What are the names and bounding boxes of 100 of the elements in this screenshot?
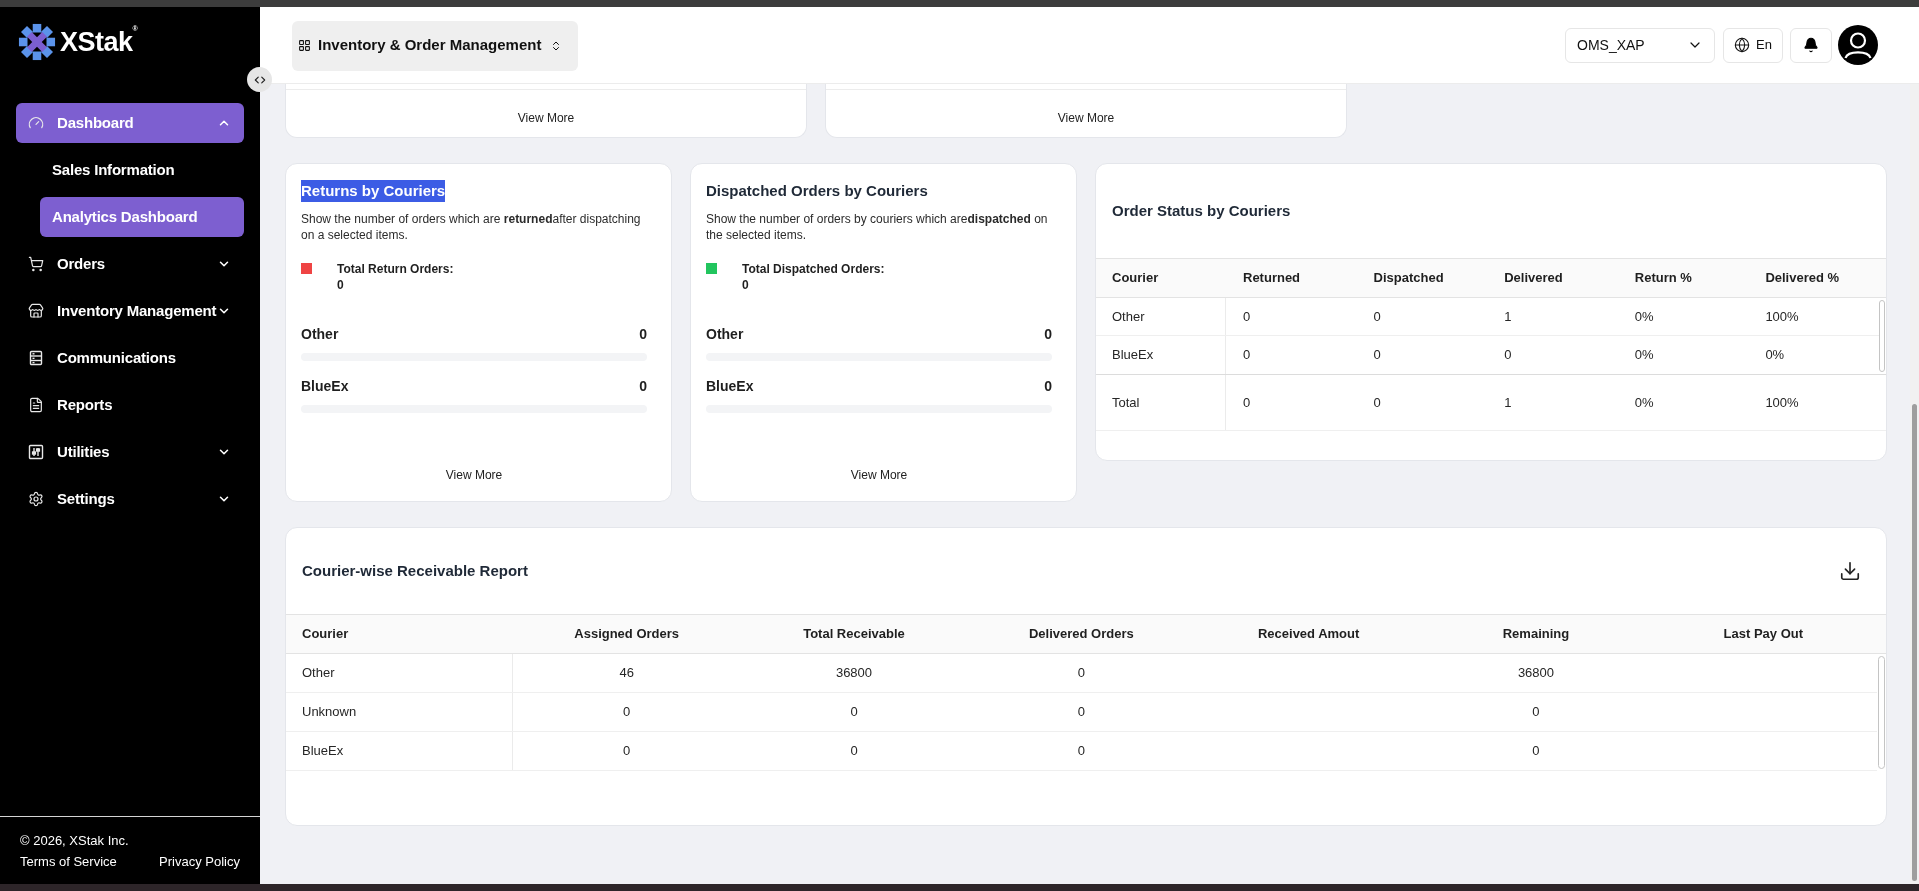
sidebar-item[interactable]: Orders [16,244,244,284]
total-cell-text: 0% [1634,393,1654,412]
scrollbar-thumb[interactable] [1878,656,1885,769]
app-switcher-button[interactable]: Inventory & Order Management [292,20,579,71]
footer-link[interactable]: Privacy Policy [159,853,240,871]
column-header: Assigned Orders [574,625,680,644]
courier-name: Other [706,325,744,343]
column-header: Delivered [1504,269,1563,288]
legend-value: 0 [337,277,345,293]
bell-icon [1803,37,1819,53]
table-cell-text: 0 [623,742,631,761]
column-header: Courier [1112,269,1159,288]
table-cell-text: 46 [619,664,634,683]
courier-count: 0 [1044,377,1052,395]
sidebar-item[interactable]: Settings [16,479,244,519]
courier-count: 0 [639,377,647,395]
footer-link[interactable]: Terms of Service [20,853,117,871]
legend-label: Total Dispatched Orders: [742,261,885,277]
card-title: Courier-wise Receivable Report [302,560,528,581]
table-cell-text: 0 [1373,307,1381,326]
table-cell-text: 0 [1243,307,1251,326]
table-cell-text: 0% [1765,346,1785,365]
total-cell-text: 100% [1765,393,1799,412]
list-panel-icon [28,350,44,366]
view-more-link[interactable]: View More [1057,109,1115,127]
column-header: Delivered % [1765,269,1840,288]
table-cell-text: Unknown [302,703,357,722]
scrollbar-track[interactable] [1910,84,1919,884]
total-cell-text: 0 [1243,393,1251,412]
column-header: Delivered Orders [1028,625,1134,644]
notifications-button[interactable] [1790,27,1832,63]
table-cell-text: 100% [1765,307,1799,326]
table-cell-text: 0 [1077,742,1085,761]
table-cell-text: 0% [1634,346,1654,365]
table-cell-text: 1 [1504,307,1512,326]
store-icon [28,303,44,319]
courier-name: BlueEx [301,377,349,395]
logo-icon [18,23,56,61]
table-cell-text: 0 [850,703,858,722]
download-icon[interactable] [1839,560,1861,582]
total-cell-text: 1 [1504,393,1512,412]
table-cell-text: BlueEx [302,742,344,761]
total-cell-text: Total [1112,393,1140,412]
scrollbar-thumb[interactable] [1912,404,1917,881]
legend-value: 0 [742,277,750,293]
table-cell-text: Other [1112,307,1145,326]
table-cell-text: 0 [850,742,858,761]
column-header: Received Amout [1257,625,1360,644]
card-title: Returns by Couriers [301,180,446,202]
column-header: Returned [1243,269,1301,288]
table-cell-text: 0 [1532,742,1540,761]
scrollbar-thumb[interactable] [1879,300,1885,372]
avatar-icon[interactable] [1838,25,1878,65]
card-description: Show the number of orders which are returnedafter dispatching on a selected items. [301,211,642,243]
total-cell-text: 0 [1373,393,1381,412]
sidebar-item[interactable]: Communications [16,338,244,378]
sliders-icon [28,444,44,460]
courier-name: Other [301,325,339,343]
column-header: Return % [1634,269,1692,288]
store-select[interactable]: OMS_XAP [1565,27,1715,63]
card-title: Order Status by Couriers [1112,200,1291,221]
courier-count: 0 [1044,325,1052,343]
table-cell-text: 0% [1634,307,1654,326]
cart-icon [28,256,44,272]
card-description: Show the number of orders by couriers which aredispatched on the selected items. [706,211,1049,243]
globe-icon [1734,37,1751,53]
table-cell-text: 0 [1504,346,1512,365]
column-header: Last Pay Out [1723,625,1804,644]
table-cell-text: 0 [1243,346,1251,365]
table-cell-text: 0 [1532,703,1540,722]
document-icon [28,397,44,413]
table-cell-text: 36800 [835,664,873,683]
column-header: Remaining [1502,625,1570,644]
courier-count: 0 [639,325,647,343]
view-more-link[interactable]: View More [445,466,503,484]
sidebar-item[interactable]: Reports [16,385,244,425]
view-more-link[interactable]: View More [850,466,908,484]
table-cell-text: Other [302,664,335,683]
language-button[interactable]: En [1723,27,1783,63]
view-more-link[interactable]: View More [517,109,575,127]
sidebar-subitem[interactable]: Analytics Dashboard [40,197,244,237]
column-header: Dispatched [1373,269,1444,288]
sidebar-subitem[interactable]: Sales Information [40,150,244,190]
sidebar-item[interactable]: Inventory Management [16,291,244,331]
column-header: Total Receivable [803,625,905,644]
courier-name: BlueEx [706,377,754,395]
sidebar-item[interactable]: Utilities [16,432,244,472]
gauge-icon [28,115,44,131]
grid-icon [298,39,311,52]
copyright-text: © 2026, XStak Inc. [20,832,130,850]
card-title: Dispatched Orders by Couriers [706,181,928,201]
table-cell-text: 0 [1077,703,1085,722]
legend-label: Total Return Orders: [337,261,454,277]
table-cell-text: BlueEx [1112,346,1154,365]
table-cell-text: 0 [1077,664,1085,683]
table-cell-text: 0 [623,703,631,722]
table-cell-text: 36800 [1517,664,1555,683]
gear-icon [28,491,44,507]
table-cell-text: 0 [1373,346,1381,365]
sidebar-item[interactable]: Dashboard [16,103,244,143]
